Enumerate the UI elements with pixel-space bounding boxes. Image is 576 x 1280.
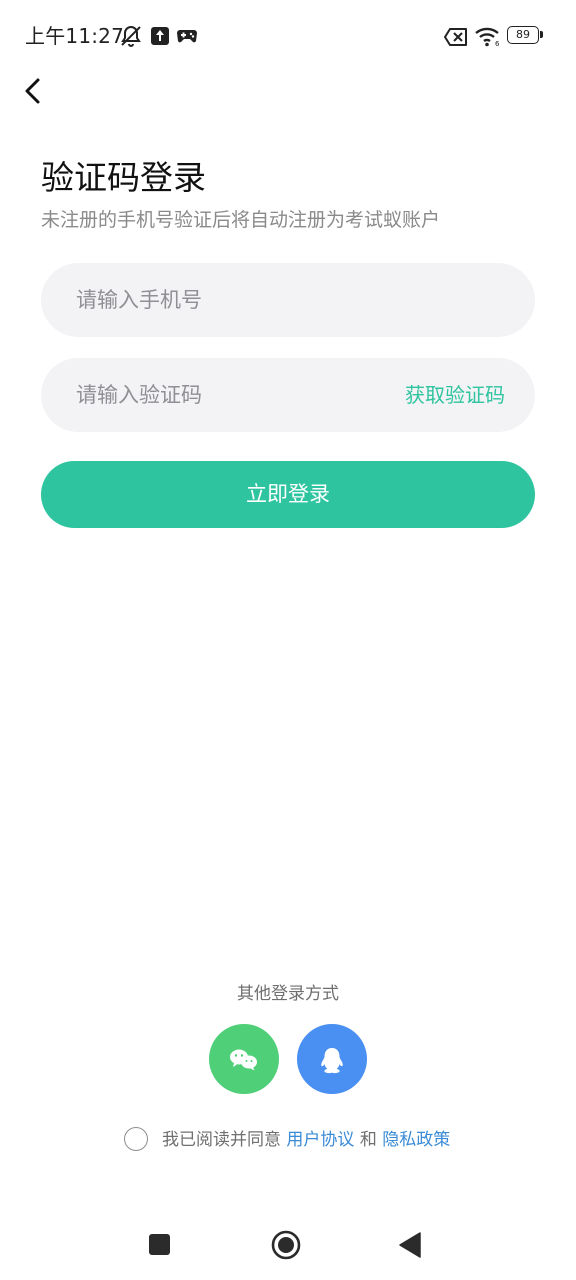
- phone-input[interactable]: [76, 263, 376, 337]
- recents-button[interactable]: [135, 1215, 185, 1275]
- login-button[interactable]: 立即登录: [41, 461, 535, 528]
- qq-login-button[interactable]: [297, 1024, 367, 1094]
- agreement-checkbox[interactable]: [124, 1127, 148, 1151]
- wifi-icon: 6: [474, 24, 500, 48]
- game-controller-icon: [176, 24, 200, 48]
- wechat-login-button[interactable]: [209, 1024, 279, 1094]
- no-sim-icon: [444, 24, 468, 48]
- phone-field: [41, 263, 535, 337]
- back-button[interactable]: [14, 72, 54, 112]
- svg-text:6: 6: [495, 40, 500, 47]
- battery-icon: 89: [507, 26, 543, 44]
- home-circle-icon: [271, 1230, 301, 1260]
- page-title: 验证码登录: [41, 158, 206, 197]
- code-field: 获取验证码: [41, 358, 535, 432]
- user-agreement-link[interactable]: 用户协议: [286, 1130, 354, 1150]
- home-button[interactable]: [261, 1215, 311, 1275]
- system-nav-bar: [0, 1215, 576, 1275]
- recents-square-icon: [149, 1234, 170, 1255]
- code-input[interactable]: [76, 358, 376, 432]
- back-chevron-icon: [25, 78, 40, 104]
- wechat-icon: [230, 1049, 257, 1071]
- other-login-label: 其他登录方式: [237, 984, 339, 1004]
- agreement-conjunction: 和: [359, 1130, 377, 1150]
- upload-icon: [150, 24, 174, 48]
- status-bar: 上午11:27 6 89: [0, 0, 576, 72]
- system-back-button[interactable]: [387, 1215, 437, 1275]
- agreement-prefix: 我已阅读并同意: [162, 1130, 281, 1150]
- qq-penguin-icon: [321, 1048, 343, 1074]
- privacy-policy-link[interactable]: 隐私政策: [382, 1130, 450, 1150]
- page-subtitle: 未注册的手机号验证后将自动注册为考试蚁账户: [41, 209, 441, 231]
- agreement-text: 我已阅读并同意 用户协议 和 隐私政策: [162, 1127, 450, 1153]
- mute-bell-icon: [119, 24, 143, 48]
- back-triangle-icon: [399, 1232, 421, 1258]
- get-code-button[interactable]: 获取验证码: [405, 358, 505, 432]
- status-time: 上午11:27: [25, 24, 125, 48]
